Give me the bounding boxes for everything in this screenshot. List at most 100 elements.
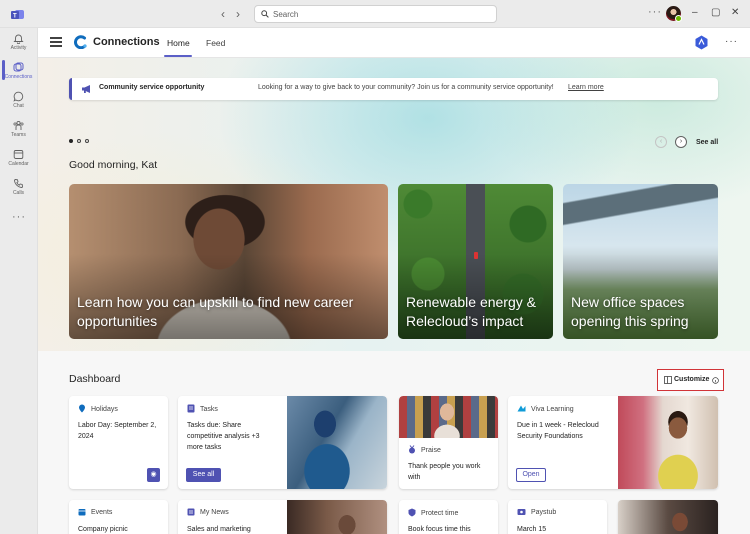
active-tab-indicator [164,55,192,57]
card-header: Praise [408,445,441,454]
shield-icon [408,508,416,517]
search-input[interactable] [273,7,483,21]
card-header: Protect time [408,508,458,517]
pagination-dot[interactable] [85,139,89,143]
news-photo [287,500,387,534]
calendar-icon [78,509,86,516]
learn-more-link[interactable]: Learn more [568,84,604,91]
maximize-icon[interactable]: ▢ [711,6,720,20]
hamburger-menu-icon[interactable] [50,37,62,47]
next-arrow-icon[interactable]: › [675,136,687,148]
holidays-card[interactable]: Holidays Labor Day: September 2, 2024 ◉ [69,396,168,489]
rail-item-calls[interactable]: Calls [0,176,37,204]
dashboard-title: Dashboard [69,373,121,385]
viva-learning-card[interactable]: Viva Learning Due in 1 week - Relecloud … [508,396,718,489]
forward-arrow-icon[interactable]: › [236,7,240,21]
paystub-icon [517,509,526,515]
user-avatar[interactable] [666,6,682,22]
viva-photo [618,396,718,489]
card-body: Labor Day: September 2, 2024 [78,422,157,440]
pagination-dot[interactable] [69,139,73,143]
app-header: Connections Home Feed ··· [38,28,750,58]
hero-card-caption: New office spaces opening this spring [571,294,689,329]
search-box[interactable] [254,5,497,23]
hero-card-upskill[interactable]: Learn how you can upskill to find new ca… [69,184,388,339]
hero-card-renewable-energy[interactable]: Renewable energy & Relecloud’s impact [398,184,553,339]
tab-home[interactable]: Home [167,38,190,48]
card-body: Company picnic [78,526,128,533]
my-news-card[interactable]: My News Sales and marketing [178,500,387,534]
rail-item-calendar[interactable]: Calendar [0,147,37,175]
rail-label: Chat [13,103,24,109]
news-icon [187,508,195,516]
paystub-card[interactable]: Paystub March 15 [508,500,607,534]
tasks-card[interactable]: Tasks Tasks due: Share competitive analy… [178,396,387,489]
rail-label: Connections [4,74,33,80]
card-header: Tasks [187,404,218,413]
teams-icon [13,120,24,130]
dashboard-section: Dashboard Customize Holidays Labor Day: … [38,351,750,534]
close-icon[interactable]: ✕ [731,6,739,20]
card-header: Paystub [517,508,556,516]
card-header-label: Praise [421,447,441,454]
praise-photo [399,396,498,438]
banner-pagination-dots [69,139,93,145]
calendar-icon [13,150,24,159]
hero-card-caption: Learn how you can upskill to find new ca… [77,294,354,329]
title-bar: T ‹ › ··· – ▢ ✕ [0,0,750,28]
rail-more-apps-icon[interactable]: ··· [12,211,26,223]
rail-label: Teams [11,132,26,138]
rail-label: Calendar [8,161,29,167]
connections-logo-icon [74,35,87,49]
app-rail: Activity Connections Chat Teams Calendar [0,28,37,534]
rail-label: Calls [12,190,25,196]
copilot-hex-icon[interactable] [695,35,708,50]
rail-item-connections[interactable]: Connections [0,60,37,88]
announcement-banner[interactable]: Community service opportunity Looking fo… [69,78,718,100]
see-all-tasks-button[interactable]: See all [186,468,221,482]
card-header-label: Tasks [200,406,218,413]
banner-text: Looking for a way to give back to your c… [258,84,554,91]
rail-item-chat[interactable]: Chat [0,89,37,117]
tasks-icon [187,404,195,413]
customize-label: Customize [674,376,710,383]
card-header-label: Events [91,509,113,516]
events-card[interactable]: Events Company picnic [69,500,168,534]
customize-button[interactable]: Customize [657,369,724,391]
bell-icon [13,34,24,44]
open-course-button[interactable]: Open [516,468,546,482]
tab-feed[interactable]: Feed [206,38,225,48]
pagination-dot[interactable] [77,139,81,143]
see-all-link[interactable]: See all [696,139,718,146]
card-body: Tasks due: Share competitive analysis +3… [187,422,260,451]
rail-item-teams[interactable]: Teams [0,118,37,146]
megaphone-icon [82,85,90,93]
card-header-label: Viva Learning [531,406,574,413]
banner-title: Community service opportunity [99,84,205,91]
card-body: Thank people you work with [408,463,481,481]
medal-icon [409,445,415,454]
card-body: Sales and marketing [187,526,251,533]
search-icon [261,10,269,18]
chat-icon [13,91,24,102]
card-body: Due in 1 week - Relecloud Security Found… [517,422,599,440]
minimize-icon[interactable]: – [692,6,698,20]
rail-item-activity[interactable]: Activity [0,31,37,59]
card-body: March 15 [517,526,547,533]
connections-icon [13,62,24,72]
connections-app: Connections Home Feed ··· Community serv… [37,28,750,534]
app-more-options-icon[interactable]: ··· [725,36,738,47]
protect-time-card[interactable]: Protect time Book focus time this [399,500,498,534]
svg-text:T: T [13,14,17,20]
more-options-icon[interactable]: ··· [648,6,662,18]
back-arrow-icon[interactable]: ‹ [221,7,225,21]
praise-card[interactable]: Praise Thank people you work with [399,396,498,489]
location-pin-icon [79,404,85,413]
teams-logo-icon: T [11,10,24,20]
hero-card-office-spaces[interactable]: New office spaces opening this spring [563,184,718,339]
view-icon-button[interactable]: ◉ [147,468,160,482]
card-header-label: Paystub [531,509,557,516]
viva-learning-icon [517,405,526,412]
previous-arrow-icon[interactable]: ‹ [655,136,667,148]
photo-card[interactable] [618,500,718,534]
